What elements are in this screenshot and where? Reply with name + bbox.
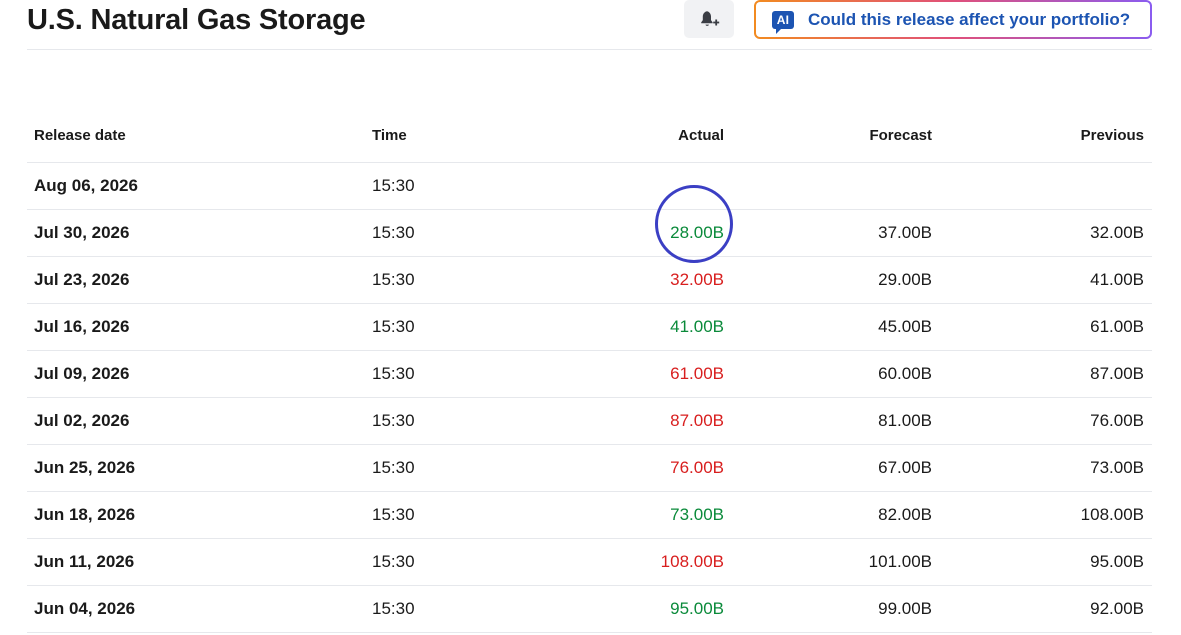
cell-time: 15:30 bbox=[372, 599, 415, 618]
cell-previous: 87.00B bbox=[1090, 364, 1144, 383]
cell-release-date: Jul 02, 2026 bbox=[34, 411, 130, 430]
cell-release-date: Jul 16, 2026 bbox=[34, 317, 130, 336]
cell-previous: 108.00B bbox=[1080, 505, 1144, 524]
ai-chat-icon: AI bbox=[772, 10, 794, 34]
add-alert-button[interactable] bbox=[684, 0, 734, 38]
table-row[interactable]: Aug 06, 2026 15:30 bbox=[27, 163, 1152, 210]
cell-forecast: 45.00B bbox=[878, 317, 932, 336]
cell-actual: 87.00B bbox=[670, 411, 724, 430]
cell-forecast: 99.00B bbox=[878, 599, 932, 618]
cell-previous: 73.00B bbox=[1090, 458, 1144, 477]
cell-forecast: 29.00B bbox=[878, 270, 932, 289]
table-row[interactable]: Jun 11, 2026 15:30 108.00B 101.00B 95.00B bbox=[27, 539, 1152, 586]
table-row[interactable]: Jul 09, 2026 15:30 61.00B 60.00B 87.00B bbox=[27, 351, 1152, 398]
cell-actual: 61.00B bbox=[670, 364, 724, 383]
cell-actual: 95.00B bbox=[670, 599, 724, 618]
ai-portfolio-button-body: AI Could this release affect your portfo… bbox=[756, 2, 1150, 37]
cell-actual: 76.00B bbox=[670, 458, 724, 477]
table-header: Release date Time Actual Forecast Previo… bbox=[27, 113, 1152, 163]
cell-actual: 41.00B bbox=[670, 317, 724, 336]
column-header-previous[interactable]: Previous bbox=[1081, 127, 1144, 144]
table-row[interactable]: Jul 02, 2026 15:30 87.00B 81.00B 76.00B bbox=[27, 398, 1152, 445]
economic-calendar-table: Release date Time Actual Forecast Previo… bbox=[27, 113, 1152, 633]
table-row[interactable]: Jun 18, 2026 15:30 73.00B 82.00B 108.00B bbox=[27, 492, 1152, 539]
cell-forecast: 82.00B bbox=[878, 505, 932, 524]
page-title: U.S. Natural Gas Storage bbox=[27, 4, 366, 36]
cell-release-date: Jul 23, 2026 bbox=[34, 270, 130, 289]
cell-release-date: Jun 25, 2026 bbox=[34, 458, 136, 477]
cell-forecast: 101.00B bbox=[868, 552, 932, 571]
cell-previous: 41.00B bbox=[1090, 270, 1144, 289]
column-header-release-date[interactable]: Release date bbox=[34, 127, 126, 144]
table-row[interactable]: Jul 23, 2026 15:30 32.00B 29.00B 41.00B bbox=[27, 257, 1152, 304]
cell-time: 15:30 bbox=[372, 317, 415, 336]
table-body: Aug 06, 2026 15:30 Jul 30, 2026 15:30 28.00B… bbox=[27, 163, 1152, 633]
table-row[interactable]: Jun 04, 2026 15:30 95.00B 99.00B 92.00B bbox=[27, 586, 1152, 633]
cell-time: 15:30 bbox=[372, 364, 415, 383]
cell-time: 15:30 bbox=[372, 458, 415, 477]
page: U.S. Natural Gas Storage AI Could this r… bbox=[0, 0, 1181, 635]
column-header-actual[interactable]: Actual bbox=[678, 127, 724, 144]
cell-release-date: Jun 18, 2026 bbox=[34, 505, 136, 524]
cell-release-date: Jul 09, 2026 bbox=[34, 364, 130, 383]
cell-previous: 32.00B bbox=[1090, 223, 1144, 242]
cell-time: 15:30 bbox=[372, 552, 415, 571]
cell-forecast: 67.00B bbox=[878, 458, 932, 477]
cell-forecast: 37.00B bbox=[878, 223, 932, 242]
cell-forecast: 81.00B bbox=[878, 411, 932, 430]
cell-release-date: Jul 30, 2026 bbox=[34, 223, 130, 242]
cell-previous: 76.00B bbox=[1090, 411, 1144, 430]
table-row[interactable]: Jun 25, 2026 15:30 76.00B 67.00B 73.00B bbox=[27, 445, 1152, 492]
ai-portfolio-label: Could this release affect your portfolio… bbox=[808, 9, 1131, 29]
cell-previous: 92.00B bbox=[1090, 599, 1144, 618]
bell-plus-icon bbox=[701, 11, 720, 26]
cell-previous: 61.00B bbox=[1090, 317, 1144, 336]
cell-actual: 108.00B bbox=[660, 552, 724, 571]
cell-actual: 28.00B bbox=[670, 223, 724, 242]
cell-release-date: Jun 11, 2026 bbox=[34, 552, 135, 571]
cell-time: 15:30 bbox=[372, 176, 415, 195]
column-header-forecast[interactable]: Forecast bbox=[869, 127, 932, 144]
cell-release-date: Aug 06, 2026 bbox=[34, 176, 138, 195]
cell-release-date: Jun 04, 2026 bbox=[34, 599, 136, 618]
cell-forecast: 60.00B bbox=[878, 364, 932, 383]
page-header: U.S. Natural Gas Storage AI Could this r… bbox=[27, 0, 1152, 50]
table-row[interactable]: Jul 16, 2026 15:30 41.00B 45.00B 61.00B bbox=[27, 304, 1152, 351]
column-header-time[interactable]: Time bbox=[372, 127, 407, 144]
cell-actual: 73.00B bbox=[670, 505, 724, 524]
ai-portfolio-button[interactable]: AI Could this release affect your portfo… bbox=[754, 0, 1152, 39]
cell-time: 15:30 bbox=[372, 505, 415, 524]
table-row[interactable]: Jul 30, 2026 15:30 28.00B 37.00B 32.00B bbox=[27, 210, 1152, 257]
cell-actual: 32.00B bbox=[670, 270, 724, 289]
cell-time: 15:30 bbox=[372, 223, 415, 242]
cell-time: 15:30 bbox=[372, 270, 415, 289]
cell-time: 15:30 bbox=[372, 411, 415, 430]
cell-previous: 95.00B bbox=[1090, 552, 1144, 571]
